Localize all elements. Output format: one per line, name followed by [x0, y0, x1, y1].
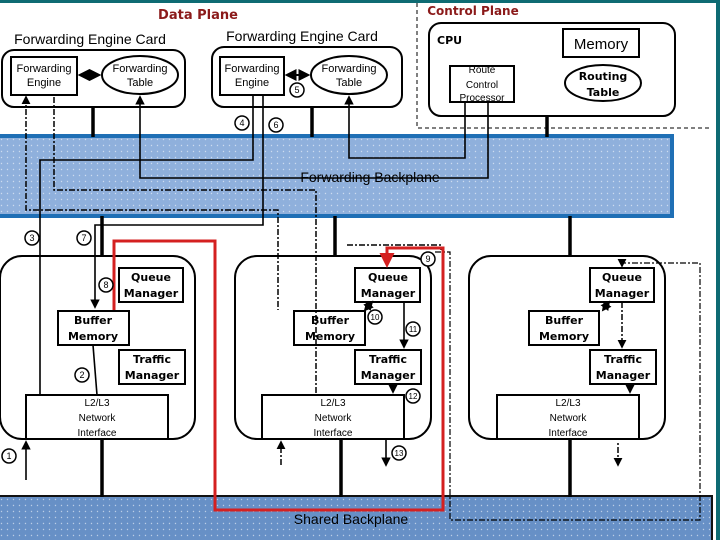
- network-interface-label: Network: [315, 413, 353, 424]
- network-interface-label: Interface: [78, 428, 117, 439]
- forwarding-engine-label: Forwarding: [224, 63, 279, 75]
- shared-backplane-label: Shared Backplane: [294, 511, 409, 527]
- routing-table-label: Table: [587, 86, 620, 99]
- data-plane-title: Data Plane: [158, 8, 238, 23]
- network-interface-label: Network: [550, 413, 588, 424]
- line-card-3: Queue Manager Buffer Memory Traffic Mana…: [468, 255, 666, 440]
- diagram-canvas: Data Plane Control Plane Forwarding Engi…: [0, 0, 720, 540]
- queue-manager-label: Manager: [595, 287, 650, 300]
- routing-table-label: Routing: [579, 70, 628, 83]
- forwarding-table-label: Table: [336, 77, 362, 89]
- card-title: Forwarding Engine Card: [14, 31, 166, 47]
- traffic-manager-label: Traffic: [604, 353, 642, 366]
- network-interface-label: Interface: [549, 428, 588, 439]
- forwarding-engine-card-2: Forwarding Engine Card Forwarding Engine…: [211, 28, 403, 108]
- svg-text:4: 4: [239, 118, 244, 128]
- svg-text:6: 6: [273, 120, 278, 130]
- forwarding-engine-card-1: Forwarding Engine Card Forwarding Engine…: [1, 31, 186, 108]
- step-badge-8: 8: [98, 277, 114, 293]
- traffic-manager-label: Traffic: [133, 353, 171, 366]
- svg-text:5: 5: [294, 85, 299, 95]
- traffic-manager-label: Manager: [596, 369, 651, 382]
- queue-manager-label: Queue: [368, 271, 408, 284]
- buffer-memory-label: Buffer: [545, 314, 584, 327]
- frame-right: [716, 0, 720, 540]
- control-plane-title: Control Plane: [427, 4, 518, 18]
- svg-text:11: 11: [409, 325, 418, 334]
- svg-text:1: 1: [6, 451, 11, 461]
- svg-text:9: 9: [425, 254, 430, 264]
- queue-manager-label: Manager: [361, 287, 416, 300]
- buffer-memory-label: Memory: [539, 330, 589, 343]
- traffic-manager-label: Traffic: [369, 353, 407, 366]
- step-badge-3: 3: [24, 230, 40, 246]
- route-control-processor-label: Control: [466, 80, 498, 91]
- svg-text:13: 13: [395, 449, 404, 458]
- svg-text:2: 2: [79, 370, 84, 380]
- step-badge-7: 7: [76, 230, 92, 246]
- step-badge-13: 13: [391, 445, 407, 461]
- buffer-memory-label: Buffer: [311, 314, 350, 327]
- buffer-memory-label: Buffer: [74, 314, 113, 327]
- step-badge-11: 11: [405, 321, 421, 337]
- line-card-1: Queue Manager Buffer Memory Traffic Mana…: [0, 255, 196, 440]
- step-badge-5: 5: [289, 82, 305, 98]
- queue-manager-label: Queue: [602, 271, 642, 284]
- step-badge-9: 9: [420, 251, 436, 267]
- router-architecture-diagram: Data Plane Control Plane Forwarding Engi…: [0, 0, 720, 540]
- step-badge-10: 10: [367, 309, 383, 325]
- network-interface-label: L2/L3: [555, 398, 580, 409]
- svg-text:10: 10: [371, 313, 380, 322]
- step-badge-12: 12: [405, 388, 421, 404]
- buffer-memory-label: Memory: [68, 330, 118, 343]
- frame-top: [0, 0, 720, 3]
- forwarding-table-label: Forwarding: [112, 63, 167, 75]
- step-badge-6: 6: [268, 117, 284, 133]
- svg-text:3: 3: [29, 233, 34, 243]
- forwarding-backplane-label: Forwarding Backplane: [300, 169, 440, 185]
- cpu-label: CPU: [437, 34, 462, 47]
- network-interface-label: L2/L3: [320, 398, 345, 409]
- forwarding-engine-label: Engine: [235, 77, 269, 89]
- network-interface-label: L2/L3: [84, 398, 109, 409]
- svg-text:7: 7: [81, 233, 86, 243]
- svg-text:12: 12: [409, 392, 418, 401]
- step-badge-1: 1: [1, 448, 17, 464]
- network-interface-label: Network: [79, 413, 117, 424]
- traffic-manager-label: Manager: [361, 369, 416, 382]
- step-badge-4: 4: [234, 115, 250, 131]
- route-control-processor-label: Processor: [459, 93, 505, 104]
- svg-text:8: 8: [103, 280, 108, 290]
- forwarding-engine-label: Engine: [27, 77, 61, 89]
- forwarding-table-label: Forwarding: [321, 63, 376, 75]
- queue-manager-label: Manager: [124, 287, 179, 300]
- card-title: Forwarding Engine Card: [226, 28, 378, 44]
- forwarding-engine-label: Forwarding: [16, 63, 71, 75]
- network-interface-label: Interface: [314, 428, 353, 439]
- traffic-manager-label: Manager: [125, 369, 180, 382]
- step-badge-2: 2: [74, 367, 90, 383]
- memory-label: Memory: [574, 36, 629, 53]
- line-card-2: Queue Manager Buffer Memory Traffic Mana…: [234, 255, 432, 440]
- queue-manager-label: Queue: [131, 271, 171, 284]
- forwarding-table-label: Table: [127, 77, 153, 89]
- buffer-memory-label: Memory: [305, 330, 355, 343]
- cpu-card: CPU Memory Routing Table Route Control P…: [428, 22, 676, 117]
- route-control-processor-label: Route: [469, 65, 496, 76]
